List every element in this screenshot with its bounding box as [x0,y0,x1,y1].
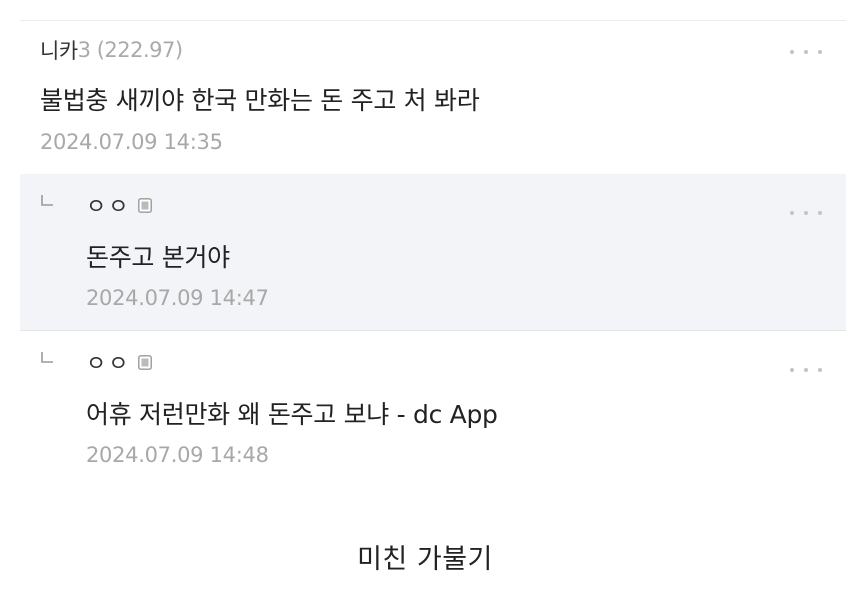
caption-text: 미친 가불기 [357,544,493,575]
comment-screen: 니카 3 (222.97) 불법충 새끼야 한국 만화는 돈 주고 처 봐라 2… [0,0,850,609]
mobile-icon [138,197,153,213]
mobile-icon [138,354,153,370]
reply-nickname[interactable]: ㅇㅇ [86,346,130,378]
more-dots-icon[interactable] [790,47,822,57]
reply-author[interactable]: ㅇㅇ [86,346,153,378]
more-dots-icon[interactable] [790,365,822,375]
comment-item: 니카 3 (222.97) 불법충 새끼야 한국 만화는 돈 주고 처 봐라 2… [20,21,846,171]
more-dots-icon[interactable] [790,208,822,218]
comment-content: 불법충 새끼야 한국 만화는 돈 주고 처 봐라 [40,86,480,115]
reply-nickname[interactable]: ㅇㅇ [86,189,130,221]
reply-item: ㅇㅇ 어휴 저런만화 왜 돈주고 보냐 - dc App 2024.07.09 … [20,331,846,486]
reply-arrow-icon [41,195,53,206]
reply-content: 돈주고 본거야 [86,243,230,272]
reply-date: 2024.07.09 14:48 [86,443,269,467]
comment-nickname[interactable]: 니카 [40,35,78,65]
reply-content: 어휴 저런만화 왜 돈주고 보냐 - dc App [86,400,498,429]
comment-ip-address: (222.97) [96,38,183,62]
comment-date: 2024.07.09 14:35 [40,130,223,154]
reply-date: 2024.07.09 14:47 [86,286,269,310]
reply-item: ㅇㅇ 돈주고 본거야 2024.07.09 14:47 [20,174,846,330]
reply-arrow-icon [41,352,53,363]
comment-ip: 3 (222.97) [78,38,183,62]
reply-author[interactable]: ㅇㅇ [86,189,153,221]
comment-ip-digit: 3 [77,38,91,62]
comment-author[interactable]: 니카 3 (222.97) [40,37,183,63]
